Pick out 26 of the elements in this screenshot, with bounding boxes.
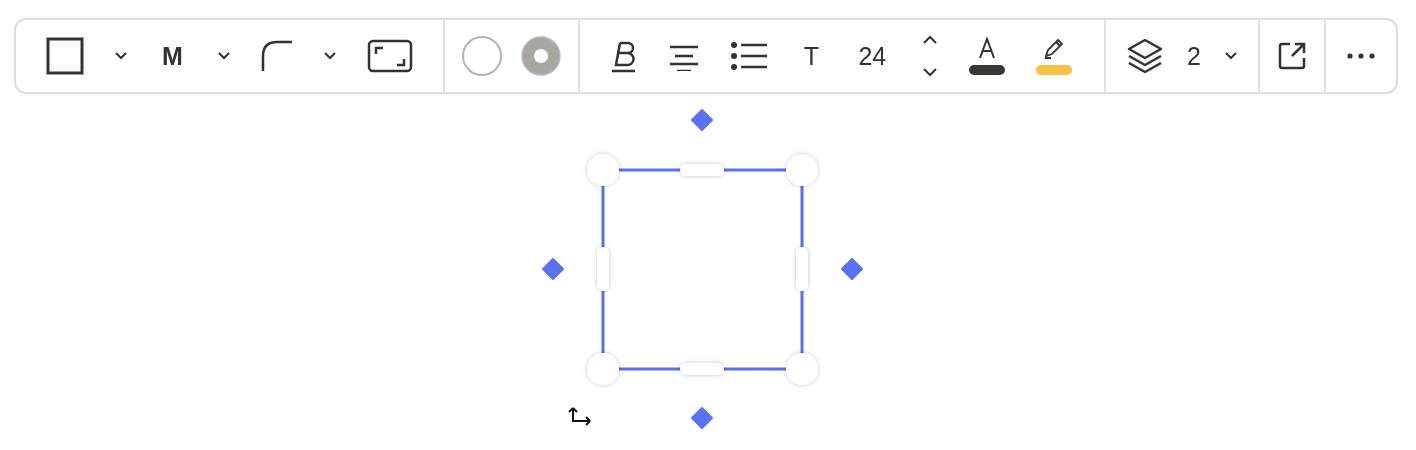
- stepper-icon[interactable]: [921, 34, 938, 78]
- caret-icon[interactable]: [114, 51, 129, 61]
- square-icon[interactable]: [46, 37, 84, 75]
- more-icon[interactable]: [1347, 53, 1375, 59]
- toolbar-button[interactable]: 2: [1183, 41, 1205, 71]
- connection-point[interactable]: [542, 258, 564, 280]
- layers-icon[interactable]: [1125, 37, 1164, 75]
- caret-icon[interactable]: [216, 51, 231, 61]
- connection-point[interactable]: [841, 258, 863, 280]
- bold-underline-icon[interactable]: [611, 39, 638, 73]
- rounded-corner-icon[interactable]: [260, 40, 293, 72]
- cursor-icon: [568, 407, 591, 426]
- caret-icon[interactable]: [1224, 51, 1239, 61]
- toolbar-button[interactable]: T: [799, 41, 823, 71]
- connection-point[interactable]: [691, 109, 713, 131]
- connection-point[interactable]: [691, 407, 713, 429]
- toolbar-button[interactable]: M: [158, 41, 187, 71]
- toolbar-button[interactable]: 24: [854, 41, 891, 71]
- pen-icon: [1043, 37, 1066, 59]
- bullet-list-icon[interactable]: [730, 41, 769, 71]
- color-button[interactable]: [969, 37, 1006, 75]
- frame-icon[interactable]: [366, 39, 413, 73]
- letter-icon: [977, 37, 998, 59]
- color-button[interactable]: [1036, 37, 1073, 75]
- export-icon[interactable]: [1277, 41, 1307, 71]
- caret-icon[interactable]: [322, 51, 337, 61]
